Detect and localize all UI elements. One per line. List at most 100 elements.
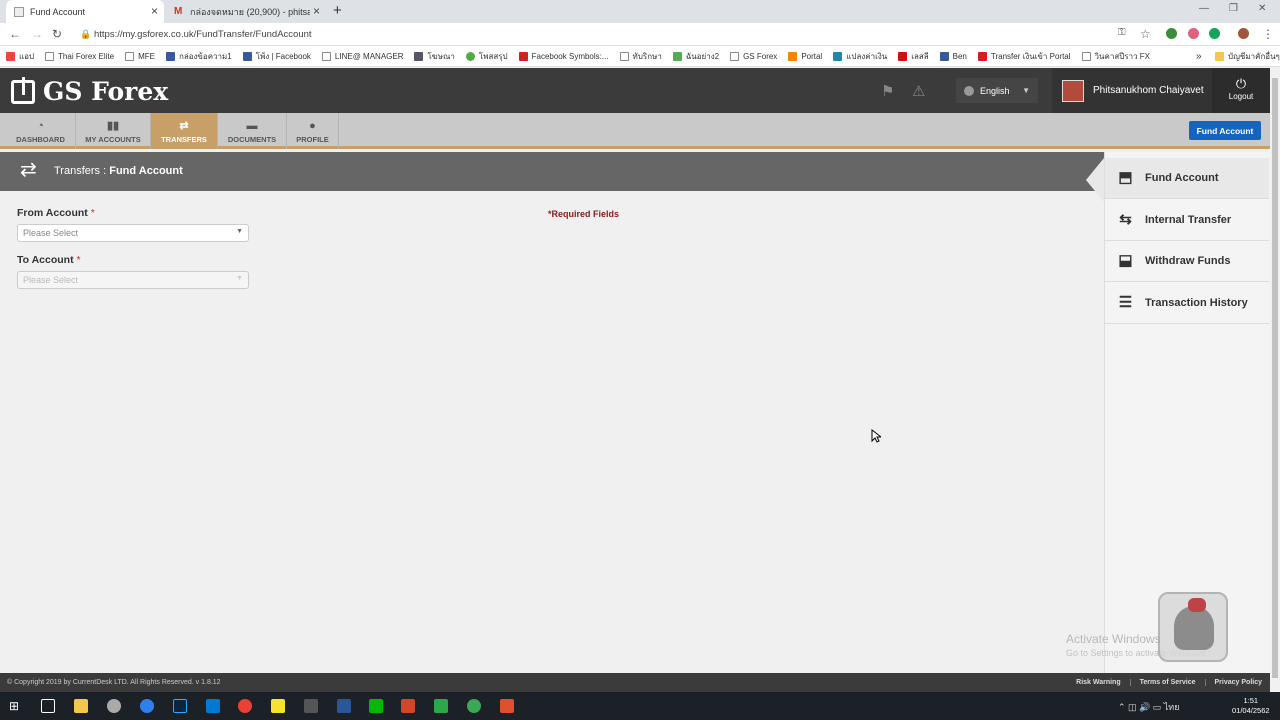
star-icon[interactable]: ☆ xyxy=(1140,27,1151,41)
task-view-icon[interactable] xyxy=(41,699,55,713)
bookmark-item[interactable]: กล่องข้อความ1 xyxy=(165,50,232,63)
extension-icon[interactable] xyxy=(1188,28,1199,39)
file-explorer-icon[interactable] xyxy=(74,699,88,713)
sidebar-item-fund-account[interactable]: ⬒ Fund Account xyxy=(1105,158,1269,199)
line-icon[interactable] xyxy=(369,699,383,713)
required-fields-note: *Required Fields xyxy=(548,209,620,219)
logo-icon xyxy=(11,76,35,104)
close-icon[interactable]: × xyxy=(151,4,158,18)
bookmark-item[interactable]: Ben xyxy=(939,51,967,61)
system-tray[interactable]: ⌃ ◫ 🔊 ▭ ไทย xyxy=(1118,700,1180,714)
page-scrollbar[interactable] xyxy=(1270,68,1280,692)
new-tab-button[interactable]: + xyxy=(333,2,342,19)
to-account-placeholder: Please Select xyxy=(23,275,79,285)
app-icon[interactable] xyxy=(467,699,481,713)
clock[interactable]: 1:51 01/04/2562 xyxy=(1232,696,1270,716)
history-icon: ☰ xyxy=(1118,294,1133,311)
to-account-select[interactable]: Please Select ▼ xyxy=(17,271,249,289)
teamviewer-icon[interactable] xyxy=(140,699,154,713)
extension-icon[interactable] xyxy=(1166,28,1177,39)
windows-taskbar: ⊞ ⌃ ◫ 🔊 ▭ ไทย 1:51 01/04/2562 xyxy=(0,692,1280,720)
sidebar-item-transaction-history[interactable]: ☰ Transaction History xyxy=(1105,283,1269,324)
bookmark-item[interactable]: Portal xyxy=(788,51,822,61)
word-icon[interactable] xyxy=(337,699,351,713)
bookmark-item[interactable]: เลสลี xyxy=(898,50,929,63)
site-logo[interactable]: GS Forex xyxy=(11,76,168,106)
bookmark-item[interactable]: LINE@ MANAGER xyxy=(321,51,403,61)
bookmark-item[interactable]: ทับริกษา xyxy=(619,50,662,63)
nav-transfers[interactable]: ⇄ TRANSFERS xyxy=(151,113,218,149)
grammarly-icon[interactable] xyxy=(1209,28,1220,39)
profile-avatar-icon[interactable] xyxy=(1238,28,1249,39)
page-icon xyxy=(321,51,331,61)
recorder-icon[interactable] xyxy=(500,699,514,713)
bookmark-item[interactable]: GS Forex xyxy=(730,51,777,61)
store-icon[interactable] xyxy=(206,699,220,713)
portal-icon xyxy=(788,51,798,61)
bookmark-item[interactable]: MFE xyxy=(125,51,155,61)
url-field[interactable]: 🔒 https://my.gsforex.co.uk/FundTransfer/… xyxy=(80,26,1140,43)
from-account-select[interactable]: Please Select ▼ xyxy=(17,224,249,242)
page-icon xyxy=(730,51,740,61)
sticky-notes-icon[interactable] xyxy=(271,699,285,713)
terms-link[interactable]: Terms of Service xyxy=(1129,679,1196,686)
bookmark-item[interactable]: โพ้ง | Facebook xyxy=(242,50,311,63)
tab-title: Fund Account xyxy=(30,6,86,17)
menu-icon[interactable]: ⋮ xyxy=(1262,27,1274,41)
nav-my-accounts[interactable]: ▮▮ MY ACCOUNTS xyxy=(76,113,151,149)
other-bookmarks[interactable]: บัญชีมาคักอื่นๆ xyxy=(1215,50,1280,63)
browser-tab-strip: Fund Account × M กล่องจดหมาย (20,900) - … xyxy=(0,0,1280,23)
key-icon[interactable]: ⚿ xyxy=(1118,27,1126,38)
chrome-icon[interactable] xyxy=(238,699,252,713)
bookmark-item[interactable]: Facebook Symbols:... xyxy=(518,51,609,61)
calculator-icon[interactable] xyxy=(304,699,318,713)
forward-icon[interactable]: → xyxy=(31,27,43,41)
minimize-icon[interactable]: — xyxy=(1199,3,1209,14)
bookmark-item[interactable]: ฉันอย่าง2 xyxy=(672,50,719,63)
user-menu[interactable]: Phitsanukhom Chaiyavet xyxy=(1052,68,1212,113)
sidebar-item-internal-transfer[interactable]: ⇆ Internal Transfer xyxy=(1105,200,1269,241)
bookmark-item[interactable]: วินคาสปีราว FX xyxy=(1081,50,1150,63)
bookmark-item[interactable]: โพสสรุป xyxy=(465,50,508,63)
bar-chart-icon: ▮▮ xyxy=(106,120,120,132)
close-window-icon[interactable]: ✕ xyxy=(1258,3,1266,14)
to-account-label: To Account * xyxy=(17,254,81,266)
breadcrumb-bar: ⇄ Transfers : Fund Account xyxy=(0,152,1104,191)
risk-warning-link[interactable]: Risk Warning xyxy=(1067,679,1120,686)
camtasia-icon[interactable] xyxy=(434,699,448,713)
nav-dashboard[interactable]: ◔ DASHBOARD xyxy=(6,113,76,149)
breadcrumb-section: Transfers : xyxy=(54,165,107,177)
browser-tab[interactable]: M กล่องจดหมาย (20,900) - phitsanuk... × xyxy=(166,0,326,23)
sidebar-item-withdraw-funds[interactable]: ⬓ Withdraw Funds xyxy=(1105,241,1269,282)
bookmarks-overflow-button[interactable]: » xyxy=(1196,51,1202,62)
browser-tab-active[interactable]: Fund Account × xyxy=(6,0,164,23)
warning-icon[interactable]: ⚠ xyxy=(912,82,925,100)
flag-icon[interactable]: ⚑ xyxy=(881,82,894,100)
windows-start-icon[interactable]: ⊞ xyxy=(9,699,23,713)
bookmark-item[interactable]: Transfer เงินเข้า Portal xyxy=(977,50,1071,63)
close-icon[interactable]: × xyxy=(313,4,320,18)
privacy-link[interactable]: Privacy Policy xyxy=(1204,679,1262,686)
restore-icon[interactable]: ❐ xyxy=(1229,3,1238,14)
back-icon[interactable]: ← xyxy=(9,27,21,41)
photoshop-icon[interactable] xyxy=(173,699,187,713)
page-icon xyxy=(14,6,24,17)
bookmark-item[interactable]: แอป xyxy=(6,50,34,63)
from-account-label: From Account * xyxy=(17,207,95,219)
tab-title: กล่องจดหมาย (20,900) - phitsanuk... xyxy=(190,6,310,17)
bookmark-item[interactable]: โฆษณา xyxy=(414,50,455,63)
scrollbar-thumb[interactable] xyxy=(1272,78,1278,678)
language-select[interactable]: English ▼ xyxy=(956,78,1038,103)
bookmark-item[interactable]: แปลงค่าเงิน xyxy=(833,50,887,63)
fund-account-button[interactable]: Fund Account xyxy=(1189,121,1261,140)
nav-profile[interactable]: ● PROFILE xyxy=(287,113,339,149)
reload-icon[interactable]: ↻ xyxy=(52,27,62,41)
withdraw-icon: ⬓ xyxy=(1118,252,1133,269)
app-icon[interactable] xyxy=(107,699,121,713)
logout-button[interactable]: ⏻ Logout xyxy=(1212,68,1270,113)
transfer-arrows-icon: ⇄ xyxy=(179,120,189,132)
powerpoint-icon[interactable] xyxy=(401,699,415,713)
ads-icon xyxy=(414,51,424,61)
bookmark-item[interactable]: Thai Forex Elite xyxy=(45,51,114,61)
nav-documents[interactable]: ▬ DOCUMENTS xyxy=(218,113,287,149)
